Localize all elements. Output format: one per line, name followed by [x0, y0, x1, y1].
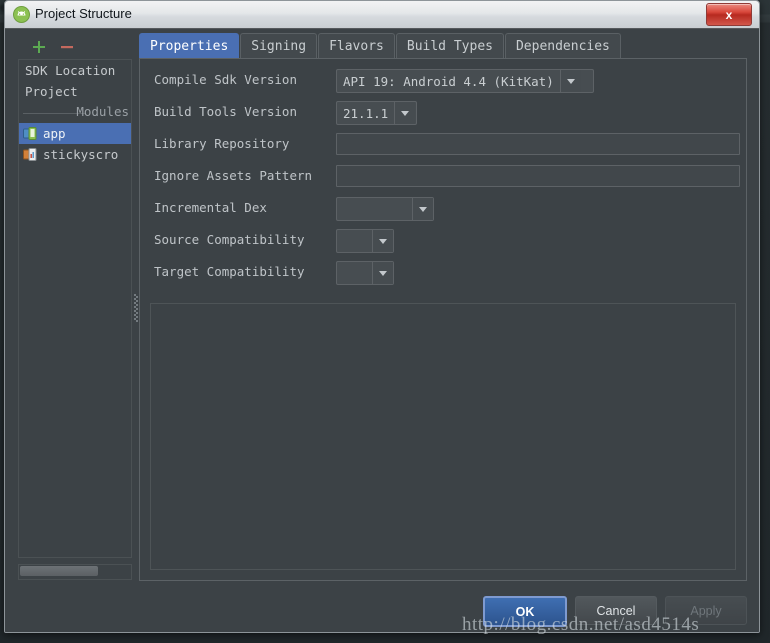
- tab-label: Build Types: [406, 39, 493, 54]
- ok-button[interactable]: OK: [483, 596, 567, 627]
- tab-bar: Properties Signing Flavors Build Types D…: [139, 33, 747, 59]
- empty-detail-panel: [150, 303, 736, 570]
- dialog-title: Project Structure: [35, 6, 132, 21]
- properties-form: Compile Sdk Version API 19: Android 4.4 …: [140, 65, 746, 297]
- scrollbar-thumb[interactable]: [20, 566, 98, 576]
- field-label: Compile Sdk Version: [154, 72, 297, 87]
- sidebar-toolbar: [13, 35, 132, 59]
- combo-value: [337, 198, 412, 220]
- field-wrapper: [336, 261, 394, 288]
- dialog-footer-buttons: OK Cancel Apply: [475, 596, 747, 627]
- cancel-button[interactable]: Cancel: [575, 596, 657, 625]
- splitter-grip-icon: [134, 293, 138, 322]
- combo-value: 21.1.1: [343, 105, 389, 121]
- dialog-titlebar: Project Structure x: [5, 1, 759, 29]
- field-label: Build Tools Version: [154, 104, 297, 119]
- target-compatibility-combo[interactable]: [336, 261, 394, 285]
- incremental-dex-combo[interactable]: [336, 197, 434, 221]
- sidebar: SDK Location Project Modules app stickys…: [13, 35, 132, 580]
- chevron-down-icon[interactable]: [372, 262, 393, 284]
- plus-icon: [33, 41, 45, 53]
- field-wrapper: [336, 133, 740, 155]
- source-compatibility-combo[interactable]: [336, 229, 394, 253]
- combo-value: [337, 230, 372, 252]
- field-wrapper: [336, 197, 434, 224]
- close-icon: x: [725, 7, 733, 22]
- tab-flavors[interactable]: Flavors: [318, 33, 395, 59]
- android-module-icon: [23, 126, 38, 140]
- dialog-body: SDK Location Project Modules app stickys…: [5, 28, 759, 632]
- section-label: Modules: [76, 104, 129, 119]
- field-wrapper: [336, 165, 740, 187]
- field-label: Incremental Dex: [154, 200, 267, 215]
- cancel-button-label: Cancel: [596, 603, 636, 618]
- chevron-down-icon[interactable]: [412, 198, 433, 220]
- sidebar-list: SDK Location Project Modules app stickys…: [18, 59, 132, 558]
- form-row-build-tools-version: Build Tools Version 21.1.1: [140, 97, 746, 129]
- tab-dependencies[interactable]: Dependencies: [504, 33, 621, 59]
- field-wrapper: [336, 229, 394, 256]
- sidebar-item-sdk-location[interactable]: SDK Location: [19, 60, 131, 81]
- form-row-source-compatibility: Source Compatibility: [140, 225, 746, 257]
- project-structure-dialog: Project Structure x SDK Location Project…: [4, 0, 760, 633]
- ok-button-label: OK: [515, 604, 535, 619]
- chevron-down-icon[interactable]: [559, 70, 581, 92]
- form-row-ignore-assets-pattern: Ignore Assets Pattern: [140, 161, 746, 193]
- tab-label: Signing: [251, 39, 307, 54]
- sidebar-item-label: app: [43, 126, 66, 141]
- field-label: Source Compatibility: [154, 232, 305, 247]
- sidebar-item-label: SDK Location: [25, 63, 116, 78]
- form-row-incremental-dex: Incremental Dex: [140, 193, 746, 225]
- tab-label: Dependencies: [515, 39, 610, 54]
- chevron-down-icon[interactable]: [394, 102, 416, 124]
- tab-label: Properties: [150, 39, 229, 54]
- sidebar-item-stickyscro[interactable]: stickyscro: [19, 144, 131, 165]
- form-row-target-compatibility: Target Compatibility: [140, 257, 746, 289]
- sidebar-section-modules: Modules: [19, 103, 131, 123]
- apply-button-label: Apply: [690, 603, 722, 618]
- sidebar-item-label: Project: [25, 84, 78, 99]
- form-row-library-repository: Library Repository: [140, 129, 746, 161]
- tab-label: Flavors: [329, 39, 384, 54]
- sidebar-item-label: stickyscro: [43, 147, 119, 162]
- combo-value: API 19: Android 4.4 (KitKat): [343, 73, 554, 89]
- tab-build-types[interactable]: Build Types: [395, 33, 504, 59]
- field-wrapper: API 19: Android 4.4 (KitKat): [336, 69, 594, 93]
- combo-value: [337, 262, 372, 284]
- sidebar-horizontal-scrollbar[interactable]: [18, 564, 132, 580]
- add-module-button[interactable]: [29, 37, 49, 57]
- field-label: Library Repository: [154, 136, 290, 151]
- ignore-assets-pattern-input[interactable]: [336, 165, 740, 187]
- form-row-compile-sdk-version: Compile Sdk Version API 19: Android 4.4 …: [140, 65, 746, 97]
- close-button[interactable]: x: [706, 3, 752, 26]
- sidebar-item-project[interactable]: Project: [19, 81, 131, 102]
- library-module-icon: [23, 147, 38, 161]
- build-tools-version-combo[interactable]: 21.1.1: [336, 101, 417, 125]
- sidebar-item-app[interactable]: app: [19, 123, 131, 144]
- tab-signing[interactable]: Signing: [240, 33, 318, 59]
- field-wrapper: 21.1.1: [336, 101, 417, 125]
- field-label: Target Compatibility: [154, 264, 305, 279]
- compile-sdk-version-combo[interactable]: API 19: Android 4.4 (KitKat): [336, 69, 594, 93]
- apply-button: Apply: [665, 596, 747, 625]
- screen: e Project Structure x: [0, 0, 770, 643]
- library-repository-input[interactable]: [336, 133, 740, 155]
- remove-module-button[interactable]: [57, 37, 77, 57]
- chevron-down-icon[interactable]: [372, 230, 393, 252]
- tab-properties[interactable]: Properties: [139, 33, 240, 59]
- field-label: Ignore Assets Pattern: [154, 168, 313, 183]
- android-studio-icon: [13, 6, 30, 23]
- properties-panel: Compile Sdk Version API 19: Android 4.4 …: [139, 58, 747, 581]
- minus-icon: [61, 46, 73, 49]
